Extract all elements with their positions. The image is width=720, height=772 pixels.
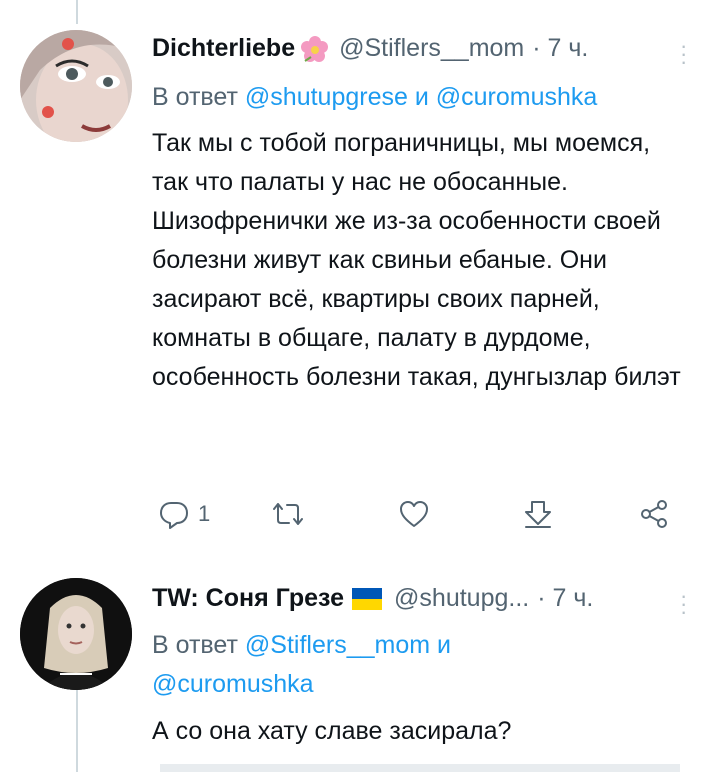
reply-icon [160,502,188,529]
reply-count: 1 [198,501,211,526]
mention-link[interactable]: @curomushka [436,83,598,111]
tweet-actions: 1 [150,498,690,538]
mention-link[interactable]: @curomushka [152,670,314,698]
thread-line-bottom [76,676,78,772]
handle[interactable]: @shutupg... [394,584,529,613]
reply-context: В ответ @shutupgrese и @curomushka [152,78,597,117]
reply-context: В ответ @Stiflers__mom и @curomushka [152,626,512,704]
tweet-text: Так мы с тобой пограничницы, мы моемся, … [152,129,681,391]
thread-line-top [76,0,78,24]
reply-prefix: В ответ [152,83,238,111]
avatar[interactable] [20,578,132,690]
reply-button[interactable]: 1 [158,498,210,530]
timestamp[interactable]: · 7 ч. [532,34,588,63]
ukraine-flag-icon [352,587,383,610]
tweet-header: Dichterliebe @Stiflers__mom · 7 ч. [152,34,588,63]
more-share-button[interactable] [638,498,670,530]
tweet-text: А со она хату славе засирала? [152,717,512,745]
more-options-icon[interactable]: · · · [680,35,687,73]
avatar[interactable] [20,30,132,142]
share-button[interactable] [522,498,554,530]
like-icon [400,501,428,527]
avatar-image [20,30,132,142]
reply-prefix: В ответ [152,631,238,659]
more-share-icon [641,500,667,528]
like-button[interactable] [398,498,430,530]
more-options-icon[interactable]: · · · [680,585,687,623]
mention-link[interactable]: @Stiflers__mom [245,631,430,659]
mention-and: и [414,83,429,111]
mention-and: и [437,631,451,659]
timestamp[interactable]: · 7 ч. [537,584,593,613]
flower-emoji-icon [301,35,329,62]
tweet-header: TW: Соня Грезе @shutupg... · 7 ч. [152,584,593,613]
retweet-icon [273,503,303,525]
display-name[interactable]: TW: Соня Грезе [152,584,344,613]
handle[interactable]: @Stiflers__mom [339,34,524,63]
mention-link[interactable]: @shutupgrese [245,83,408,111]
next-tweet-actions-partial [160,764,680,772]
display-name[interactable]: Dichterliebe [152,34,295,63]
retweet-button[interactable] [272,498,304,530]
share-icon [525,501,551,528]
avatar-image [20,578,132,690]
